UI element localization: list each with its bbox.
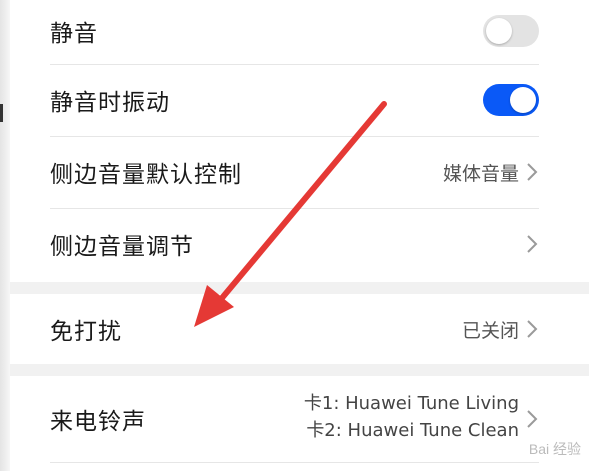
settings-group-ringtone: 来电铃声 卡1: Huawei Tune Living 卡2: Huawei T… — [10, 376, 589, 471]
ringtone-label: 来电铃声 — [50, 408, 146, 435]
do-not-disturb-row[interactable]: 免打扰 已关闭 — [50, 294, 589, 364]
page-edge — [0, 0, 10, 471]
vibrate-on-mute-label: 静音时振动 — [50, 90, 170, 116]
side-volume-default-value: 媒体音量 — [442, 162, 519, 185]
ringtone-card2: 卡2: Huawei Tune Clean — [306, 420, 519, 441]
chevron-right-icon — [525, 409, 539, 429]
divider — [50, 462, 539, 463]
vibrate-on-mute-row[interactable]: 静音时振动 — [50, 66, 589, 134]
chevron-right-icon — [525, 319, 539, 339]
do-not-disturb-value: 已关闭 — [461, 319, 519, 342]
side-volume-adjust-label: 侧边音量调节 — [50, 234, 194, 260]
settings-group-sound: 静音 静音时振动 侧边音量默认控制 媒体音量 侧边音量调节 — [10, 0, 589, 282]
divider — [50, 64, 539, 65]
mute-toggle[interactable] — [483, 15, 539, 47]
edge-mark — [0, 104, 3, 122]
divider — [50, 136, 539, 137]
vibrate-on-mute-toggle[interactable] — [483, 84, 539, 116]
ringtone-values: 卡1: Huawei Tune Living 卡2: Huawei Tune C… — [304, 390, 519, 444]
toggle-knob — [486, 18, 512, 44]
mute-label: 静音 — [50, 21, 98, 47]
side-volume-default-label: 侧边音量默认控制 — [50, 162, 242, 188]
ringtone-row[interactable]: 来电铃声 卡1: Huawei Tune Living 卡2: Huawei T… — [50, 376, 589, 461]
watermark: Bai 经验 — [528, 441, 581, 457]
do-not-disturb-label: 免打扰 — [50, 319, 122, 345]
divider — [50, 208, 539, 209]
mute-row[interactable]: 静音 — [50, 0, 589, 62]
side-volume-adjust-row[interactable]: 侧边音量调节 — [50, 210, 589, 278]
chevron-right-icon — [525, 234, 539, 254]
toggle-knob — [510, 87, 536, 113]
side-volume-default-row[interactable]: 侧边音量默认控制 媒体音量 — [50, 138, 589, 206]
settings-group-dnd: 免打扰 已关闭 — [10, 294, 589, 364]
ringtone-card1: 卡1: Huawei Tune Living — [303, 393, 519, 414]
chevron-right-icon — [525, 162, 539, 182]
